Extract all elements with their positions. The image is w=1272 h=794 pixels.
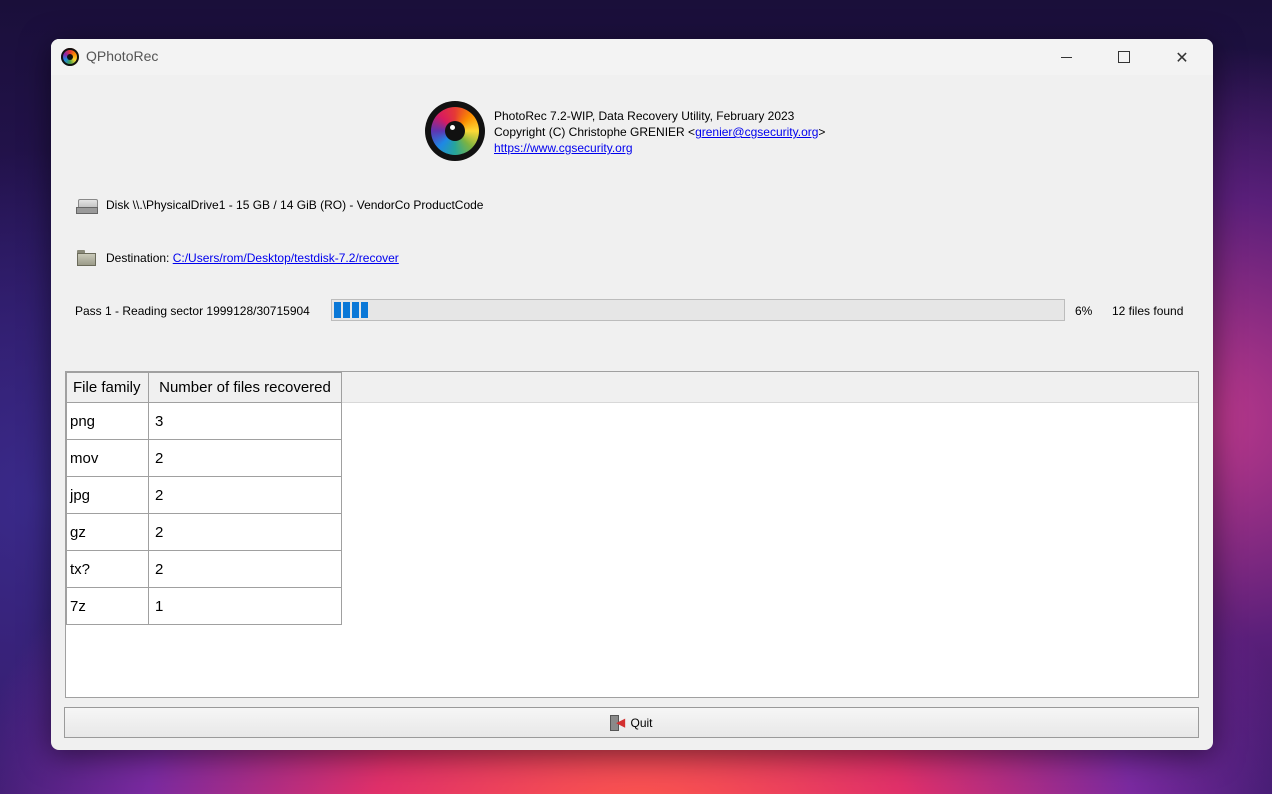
column-header-file-family[interactable]: File family	[66, 372, 149, 403]
version-line: PhotoRec 7.2-WIP, Data Recovery Utility,…	[494, 109, 795, 123]
table-row[interactable]: jpg 2	[66, 476, 342, 514]
files-count-cell: 2	[148, 439, 342, 477]
copyright-line: Copyright (C) Christophe GRENIER <grenie…	[494, 125, 826, 139]
close-button[interactable]: ✕	[1153, 39, 1211, 75]
progress-bar	[331, 299, 1065, 321]
files-found: 12 files found	[1112, 304, 1184, 318]
minimize-button[interactable]	[1037, 39, 1095, 75]
title-bar: QPhotoRec ✕	[51, 39, 1213, 75]
files-count-cell: 2	[148, 513, 342, 551]
disk-icon	[76, 199, 98, 214]
website-link[interactable]: https://www.cgsecurity.org	[494, 141, 633, 155]
quit-icon: ◀	[610, 714, 625, 731]
progress-percent: 6%	[1075, 304, 1093, 318]
table-row[interactable]: png 3	[66, 402, 342, 440]
files-count-cell: 2	[148, 550, 342, 588]
files-count-cell: 3	[148, 402, 342, 440]
progress-fill	[334, 302, 370, 318]
maximize-button[interactable]	[1095, 39, 1153, 75]
files-count-cell: 2	[148, 476, 342, 514]
email-link[interactable]: grenier@cgsecurity.org	[695, 125, 818, 139]
photorec-icon	[61, 48, 79, 66]
table-row[interactable]: gz 2	[66, 513, 342, 551]
file-family-cell: 7z	[66, 587, 149, 625]
file-family-cell: jpg	[66, 476, 149, 514]
results-table: File family Number of files recovered pn…	[66, 372, 342, 625]
table-row[interactable]: 7z 1	[66, 587, 342, 625]
quit-label: Quit	[630, 715, 653, 730]
qphotorec-window: QPhotoRec ✕ PhotoRec 7.2-WIP, Data Recov…	[51, 39, 1213, 750]
file-family-table: File family Number of files recovered pn…	[65, 371, 1199, 698]
about-text: PhotoRec 7.2-WIP, Data Recovery Utility,…	[494, 108, 825, 156]
table-header-row: File family Number of files recovered	[66, 372, 342, 403]
photorec-logo	[425, 101, 485, 161]
destination-label: Destination:	[106, 251, 170, 265]
minimize-icon	[1060, 56, 1072, 58]
progress-status: Pass 1 - Reading sector 1999128/30715904	[75, 304, 310, 318]
table-row[interactable]: tx? 2	[66, 550, 342, 588]
quit-button[interactable]: ◀ Quit	[64, 707, 1199, 738]
file-family-cell: mov	[66, 439, 149, 477]
table-row[interactable]: mov 2	[66, 439, 342, 477]
files-count-cell: 1	[148, 587, 342, 625]
file-family-cell: tx?	[66, 550, 149, 588]
destination-path-link[interactable]: C:/Users/rom/Desktop/testdisk-7.2/recove…	[173, 251, 399, 265]
destination-row: Destination: C:/Users/rom/Desktop/testdi…	[106, 251, 399, 265]
file-family-cell: gz	[66, 513, 149, 551]
file-family-cell: png	[66, 402, 149, 440]
column-header-files-recovered[interactable]: Number of files recovered	[148, 372, 342, 403]
folder-icon	[77, 250, 97, 266]
maximize-icon	[1118, 51, 1130, 63]
close-icon: ✕	[1175, 47, 1189, 67]
disk-label: Disk \\.\PhysicalDrive1 - 15 GB / 14 GiB…	[106, 198, 484, 212]
window-title: QPhotoRec	[86, 48, 159, 64]
